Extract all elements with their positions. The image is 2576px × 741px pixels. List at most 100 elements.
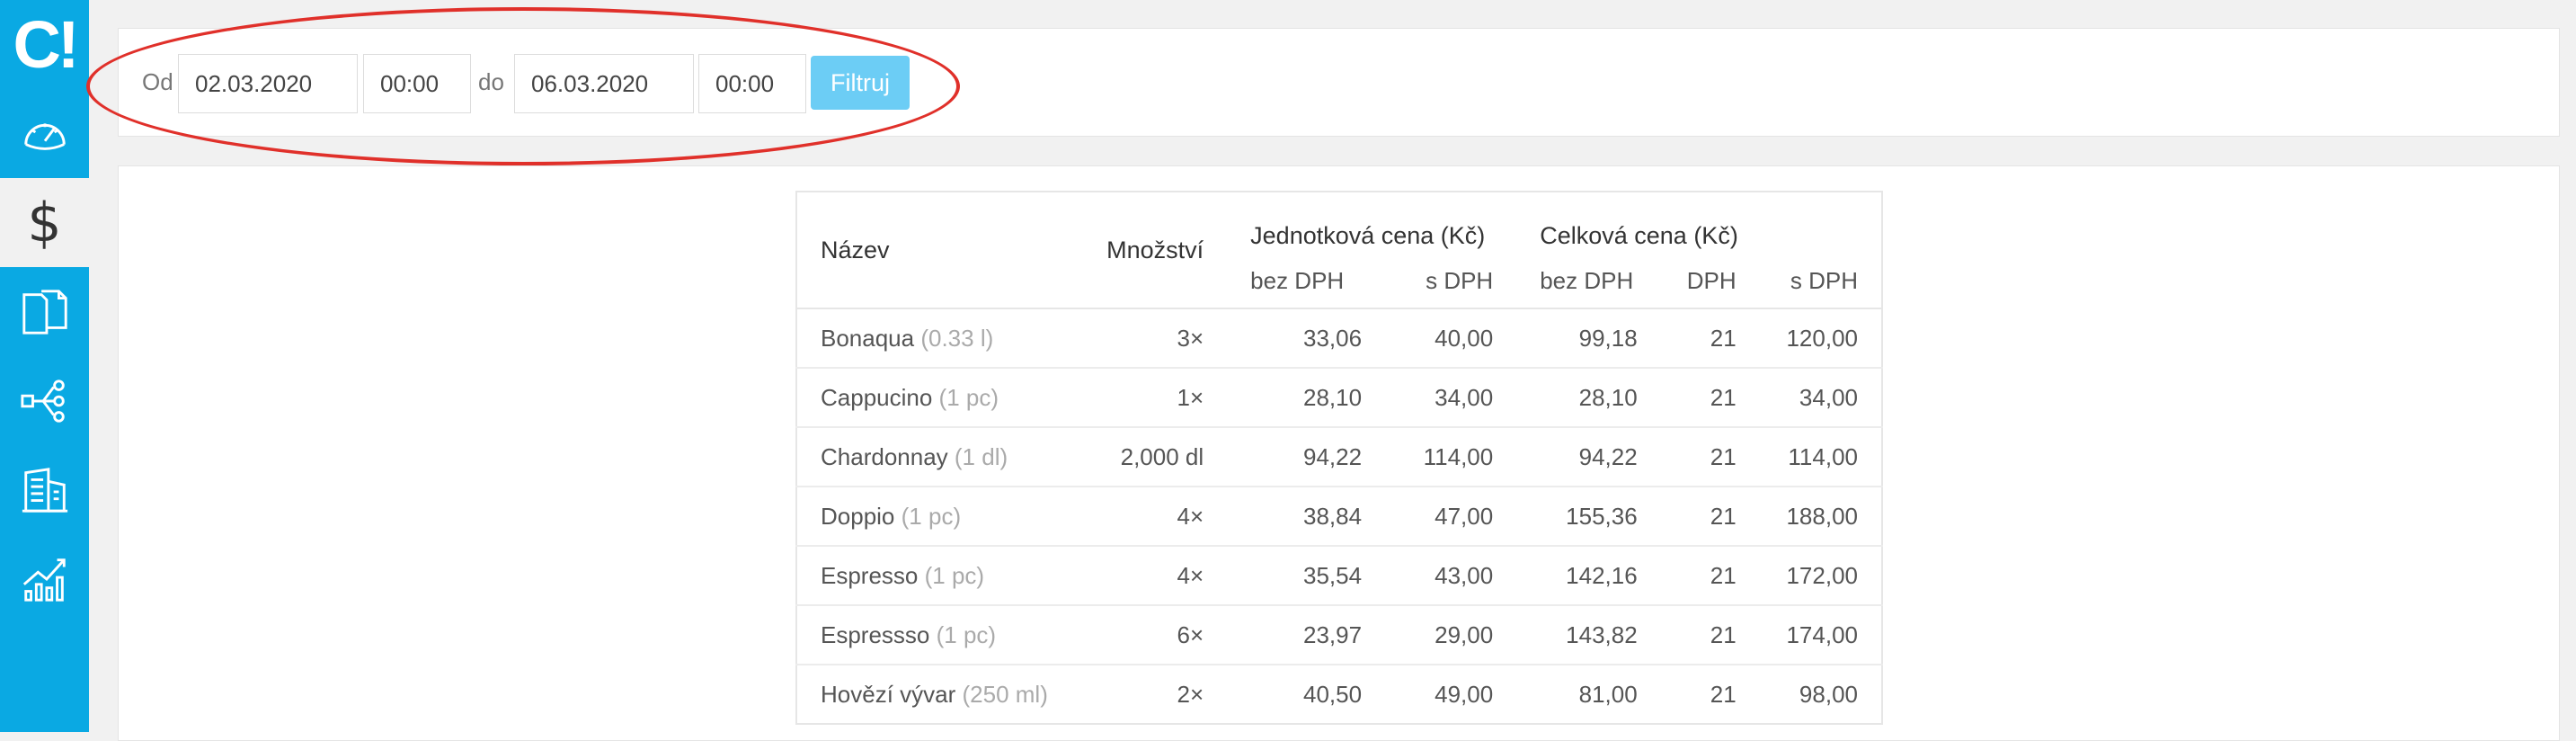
table-row: Espresso (1 pc) 4× 35,54 43,00 142,16 21 172,0… [796,546,1882,605]
cell-total-gross: 172,00 [1786,561,1858,589]
cell-unit-net: 23,97 [1303,620,1363,648]
header-vat: DPH [1686,266,1737,294]
cell-quantity: 2,000 dl [1120,442,1204,470]
cell-quantity: 4× [1177,502,1204,530]
from-date-input[interactable]: 02.03.2020 [178,54,358,113]
from-label: Od [142,68,173,95]
cell-quantity: 6× [1177,620,1204,648]
cell-name: Espressso (1 pc) [796,605,1079,665]
header-unit-price: Jednotková cena (Kč) [1250,222,1486,249]
cell-name: Espresso (1 pc) [796,546,1079,605]
item-unit: (1 pc) [938,383,999,411]
item-unit: (0.33 l) [920,324,994,352]
cell-unit-gross: 29,00 [1435,620,1494,648]
table-row: Cappucino (1 pc) 1× 28,10 34,00 28,10 21 34,00 [796,368,1882,427]
cell-name: Doppio (1 pc) [796,487,1079,546]
item-unit: (1 pc) [901,502,962,530]
item-unit: (250 ml) [962,680,1048,708]
item-name: Cappucino [821,383,933,411]
cell-unit-net: 35,54 [1303,561,1363,589]
nav-statistics[interactable] [0,534,89,623]
to-label: do [478,68,504,95]
cell-unit-gross: 47,00 [1435,502,1494,530]
cell-unit-gross: 114,00 [1423,442,1494,470]
chart-icon [22,558,66,602]
cell-unit-gross: 34,00 [1435,383,1494,411]
header-unit-gross: s DPH [1426,266,1494,294]
network-icon [20,379,65,423]
cell-name: Cappucino (1 pc) [796,368,1079,427]
cell-unit-gross: 40,00 [1435,324,1494,352]
nav-sales[interactable]: $ [0,178,89,267]
nav-buildings[interactable] [0,445,89,534]
item-name: Doppio [821,502,895,530]
app-logo[interactable]: C! [0,0,89,89]
header-name[interactable]: Název [796,192,1079,308]
cell-vat: 21 [1710,502,1737,530]
cell-vat: 21 [1710,442,1737,470]
speedometer-icon [23,122,66,150]
table-row: Doppio (1 pc) 4× 38,84 47,00 155,36 21 188,00 [796,487,1882,546]
to-time-input[interactable]: 00:00 [698,54,806,113]
cell-total-gross: 120,00 [1786,324,1858,352]
item-name: Chardonnay [821,442,948,470]
cell-unit-net: 94,22 [1303,442,1363,470]
building-icon [22,467,67,513]
nav-network[interactable] [0,356,89,445]
cell-quantity: 1× [1177,383,1204,411]
date-filter-panel: Od 02.03.2020 00:00 do 06.03.2020 00:00 … [118,28,2560,137]
cell-vat: 21 [1710,383,1737,411]
item-unit: (1 pc) [936,620,997,648]
cell-name: Bonaqua (0.33 l) [796,308,1079,368]
header-quantity[interactable]: Množství [1079,192,1228,308]
cell-total-gross: 98,00 [1799,680,1858,708]
cell-name: Chardonnay (1 dl) [796,427,1079,487]
cell-unit-gross: 43,00 [1435,561,1494,589]
nav-dashboard[interactable] [0,89,89,178]
cell-total-net: 143,82 [1566,620,1638,648]
to-date-input[interactable]: 06.03.2020 [514,54,694,113]
cell-total-net: 94,22 [1578,442,1638,470]
cell-unit-net: 38,84 [1303,502,1363,530]
cell-total-gross: 34,00 [1799,383,1858,411]
table-row: Chardonnay (1 dl) 2,000 dl 94,22 114,00 94,2… [796,427,1882,487]
item-name: Hovězí vývar [821,680,956,708]
cell-unit-net: 28,10 [1303,383,1363,411]
cell-total-net: 81,00 [1578,680,1638,708]
cell-quantity: 2× [1177,680,1204,708]
item-name: Espresso [821,561,919,589]
cell-total-gross: 188,00 [1786,502,1858,530]
table-row: Hovězí vývar (250 ml) 2× 40,50 49,00 81,00 21… [796,665,1882,724]
cell-total-gross: 114,00 [1788,442,1858,470]
cell-total-net: 155,36 [1566,502,1638,530]
table-row: Bonaqua (0.33 l) 3× 33,06 40,00 99,18 21 120,0… [796,308,1882,368]
cell-vat: 21 [1710,324,1737,352]
header-total-net: bez DPH [1540,266,1634,294]
cell-unit-net: 40,50 [1303,680,1363,708]
sales-table: Název Množství Jednotková cena (Kč) Celk… [795,191,1883,725]
cell-total-net: 142,16 [1566,561,1638,589]
cell-vat: 21 [1710,680,1737,708]
nav-documents[interactable] [0,267,89,356]
documents-icon [22,289,67,335]
cell-unit-net: 33,06 [1303,324,1363,352]
cell-vat: 21 [1710,620,1737,648]
item-unit: (1 dl) [954,442,1008,470]
cell-vat: 21 [1710,561,1737,589]
cell-total-net: 99,18 [1578,324,1638,352]
header-total-price: Celková cena (Kč) [1540,222,1738,249]
header-total-gross: s DPH [1790,266,1858,294]
cell-name: Hovězí vývar (250 ml) [796,665,1079,724]
dollar-icon: $ [27,191,62,254]
cell-total-gross: 174,00 [1786,620,1858,648]
cell-total-net: 28,10 [1578,383,1638,411]
cell-quantity: 3× [1177,324,1204,352]
item-unit: (1 pc) [924,561,985,589]
item-name: Bonaqua [821,324,915,352]
table-row: Espressso (1 pc) 6× 23,97 29,00 143,82 21 174,… [796,605,1882,665]
sidebar: C! $ [0,0,89,732]
from-time-input[interactable]: 00:00 [363,54,471,113]
cell-quantity: 4× [1177,561,1204,589]
filter-button[interactable]: Filtruj [811,56,910,110]
item-name: Espressso [821,620,930,648]
